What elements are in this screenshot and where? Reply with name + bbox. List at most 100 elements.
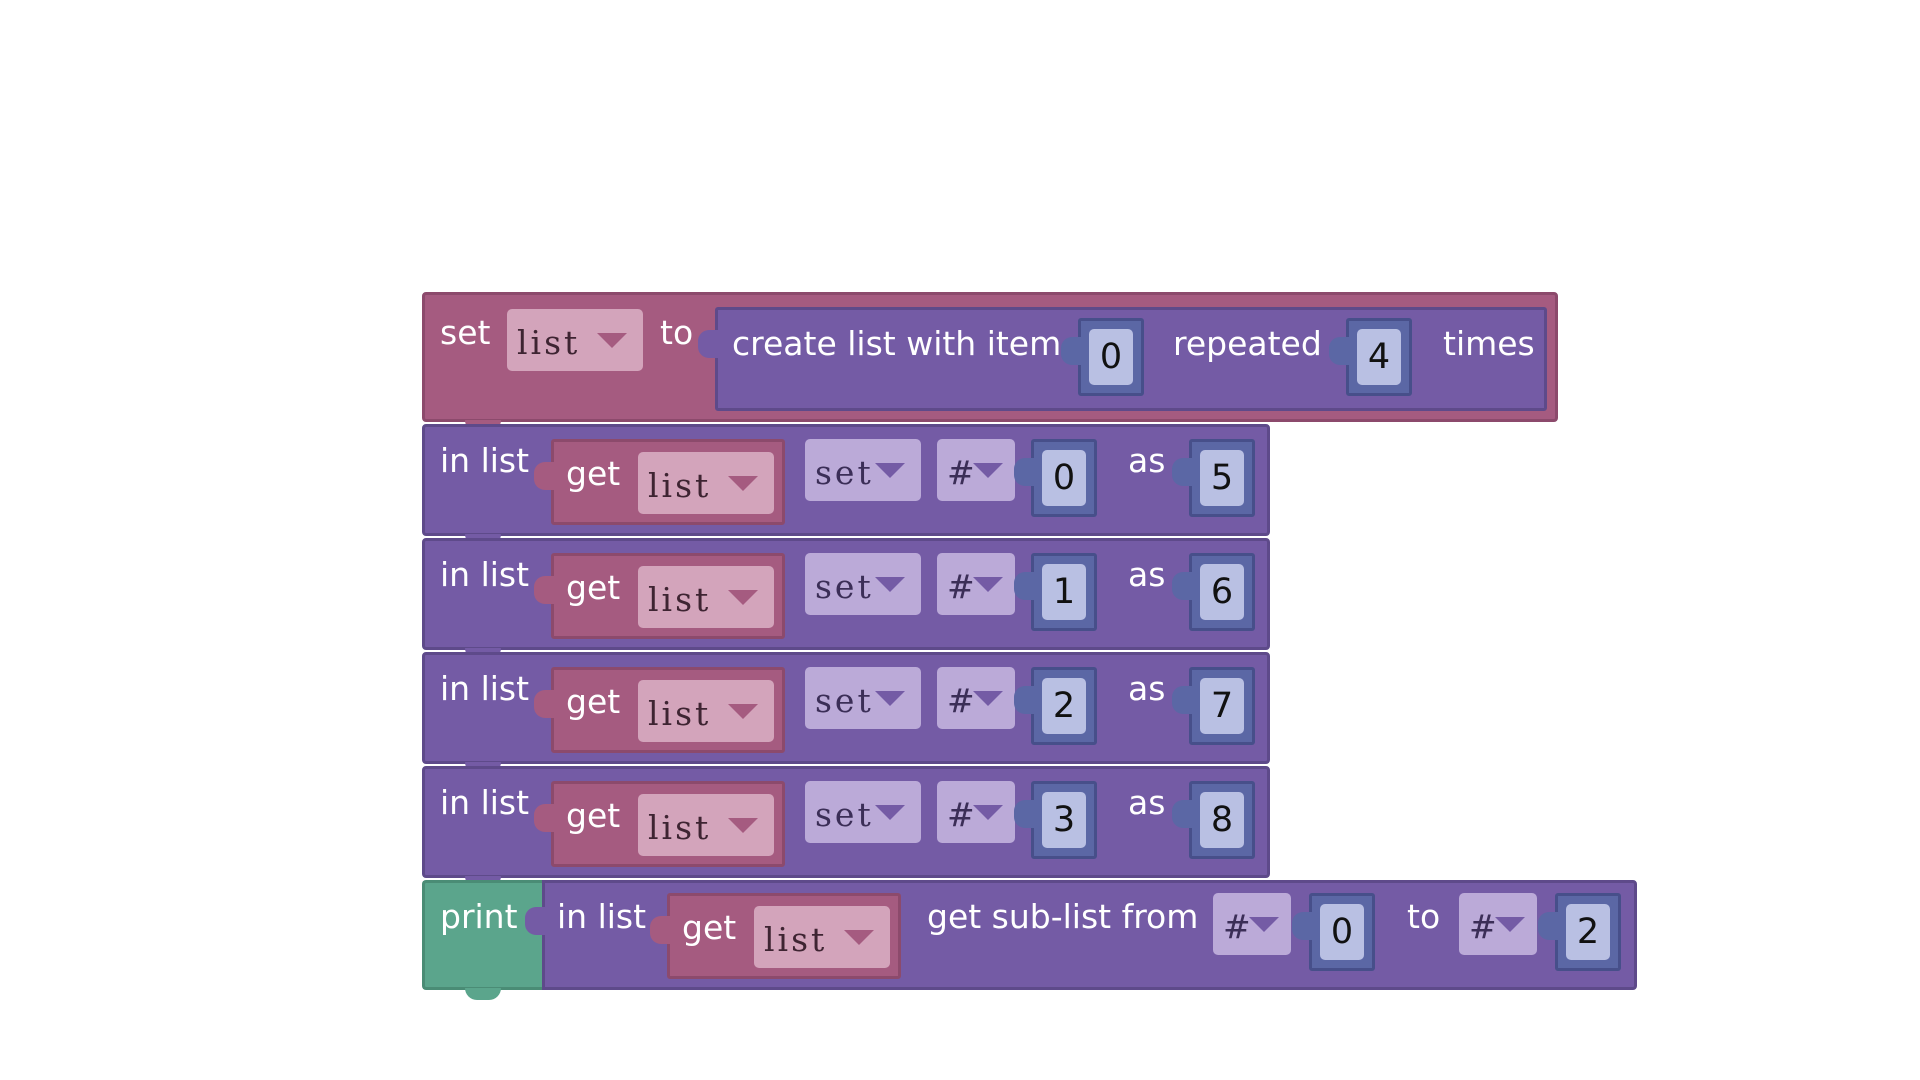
as-label: as <box>1128 783 1166 822</box>
index-number-block[interactable]: 3 <box>1014 781 1097 859</box>
input-connector <box>1172 686 1194 714</box>
chevron-down-icon <box>728 476 758 491</box>
index-value[interactable]: 1 <box>1042 564 1086 620</box>
chevron-down-icon <box>728 704 758 719</box>
chevron-down-icon <box>1249 917 1279 932</box>
mode-value: set <box>815 567 874 606</box>
index-value[interactable]: 3 <box>1042 792 1086 848</box>
to-where-dropdown[interactable]: # <box>1459 893 1537 955</box>
input-connector <box>1061 337 1083 365</box>
variable-dropdown[interactable]: list <box>638 452 774 514</box>
input-connector <box>534 576 556 604</box>
chevron-down-icon <box>875 463 905 478</box>
where-dropdown[interactable]: # <box>937 781 1015 843</box>
chevron-down-icon <box>728 590 758 605</box>
input-connector <box>525 907 547 935</box>
where-dropdown[interactable]: # <box>937 553 1015 615</box>
get-variable-block[interactable]: get list <box>534 667 785 753</box>
index-value[interactable]: 0 <box>1042 450 1086 506</box>
create-list-repeated-block[interactable]: create list with item 0 repeated 4 times <box>698 307 1547 411</box>
list-set-block[interactable]: in list get list set # 0 as 5 <box>422 424 1270 546</box>
set-value[interactable]: 7 <box>1200 678 1244 734</box>
to-label: to <box>1407 897 1441 936</box>
chevron-down-icon <box>973 805 1003 820</box>
mode-value: set <box>815 795 874 834</box>
input-connector <box>1014 800 1036 828</box>
set-label: set <box>440 313 491 352</box>
input-connector <box>698 330 720 358</box>
item-number-block[interactable]: 0 <box>1061 318 1144 396</box>
from-number-block[interactable]: 0 <box>1292 893 1375 971</box>
to-value[interactable]: 2 <box>1566 904 1610 960</box>
list-set-block[interactable]: in list get list set # 1 as 6 <box>422 538 1270 660</box>
variable-dropdown[interactable]: list <box>638 794 774 856</box>
index-number-block[interactable]: 1 <box>1014 553 1097 631</box>
chevron-down-icon <box>973 463 1003 478</box>
get-label: get <box>566 568 621 607</box>
in-list-label: in list <box>440 441 530 480</box>
list-set-block[interactable]: in list get list set # 3 as 8 <box>422 766 1270 888</box>
chevron-down-icon <box>728 818 758 833</box>
index-number-block[interactable]: 0 <box>1014 439 1097 517</box>
get-label: get <box>566 682 621 721</box>
input-connector <box>1172 572 1194 600</box>
print-block[interactable]: print <box>422 880 544 1000</box>
get-variable-block[interactable]: get list <box>534 781 785 867</box>
chevron-down-icon <box>973 577 1003 592</box>
as-label: as <box>1128 441 1166 480</box>
mode-dropdown[interactable]: set <box>805 667 921 729</box>
variable-dropdown[interactable]: list <box>638 566 774 628</box>
input-connector <box>1014 686 1036 714</box>
in-list-label: in list <box>440 555 530 594</box>
mode-dropdown[interactable]: set <box>805 553 921 615</box>
to-number-block[interactable]: 2 <box>1538 893 1621 971</box>
index-value[interactable]: 2 <box>1042 678 1086 734</box>
chevron-down-icon <box>1495 917 1525 932</box>
input-connector <box>1292 912 1314 940</box>
variable-dropdown[interactable]: list <box>638 680 774 742</box>
count-value[interactable]: 4 <box>1357 329 1401 385</box>
where-dropdown[interactable]: # <box>937 439 1015 501</box>
chevron-down-icon <box>875 577 905 592</box>
input-connector <box>650 916 672 944</box>
get-label: get <box>566 796 621 835</box>
as-label: as <box>1128 555 1166 594</box>
value-number-block[interactable]: 8 <box>1172 781 1255 859</box>
set-value[interactable]: 8 <box>1200 792 1244 848</box>
input-connector <box>1538 912 1560 940</box>
chevron-down-icon <box>844 930 874 945</box>
get-label: get <box>566 454 621 493</box>
input-connector <box>534 804 556 832</box>
variable-name: list <box>648 466 712 505</box>
variable-name: list <box>648 694 712 733</box>
get-sublist-block[interactable]: in list get list get sub-list from # 0 t… <box>525 880 1637 990</box>
where-dropdown[interactable]: # <box>937 667 1015 729</box>
times-label: times <box>1443 324 1535 363</box>
from-value[interactable]: 0 <box>1320 904 1364 960</box>
item-value[interactable]: 0 <box>1089 329 1133 385</box>
value-number-block[interactable]: 6 <box>1172 553 1255 631</box>
to-label: to <box>660 313 694 352</box>
list-set-block[interactable]: in list get list set # 2 as 7 <box>422 652 1270 774</box>
get-label: get <box>682 908 737 947</box>
set-value[interactable]: 6 <box>1200 564 1244 620</box>
variable-dropdown[interactable]: list <box>507 309 643 371</box>
create-list-label: create list with item <box>732 324 1062 363</box>
index-number-block[interactable]: 2 <box>1014 667 1097 745</box>
get-variable-block[interactable]: get list <box>650 893 901 979</box>
set-value[interactable]: 5 <box>1200 450 1244 506</box>
get-variable-block[interactable]: get list <box>534 439 785 525</box>
input-connector <box>1329 337 1351 365</box>
value-number-block[interactable]: 5 <box>1172 439 1255 517</box>
count-number-block[interactable]: 4 <box>1329 318 1412 396</box>
value-number-block[interactable]: 7 <box>1172 667 1255 745</box>
from-where-dropdown[interactable]: # <box>1213 893 1291 955</box>
input-connector <box>1172 800 1194 828</box>
get-variable-block[interactable]: get list <box>534 553 785 639</box>
mode-value: set <box>815 681 874 720</box>
in-list-label: in list <box>440 669 530 708</box>
mode-dropdown[interactable]: set <box>805 781 921 843</box>
set-variable-block[interactable]: set list to create list with item 0 repe… <box>422 292 1558 432</box>
mode-dropdown[interactable]: set <box>805 439 921 501</box>
variable-dropdown[interactable]: list <box>754 906 890 968</box>
